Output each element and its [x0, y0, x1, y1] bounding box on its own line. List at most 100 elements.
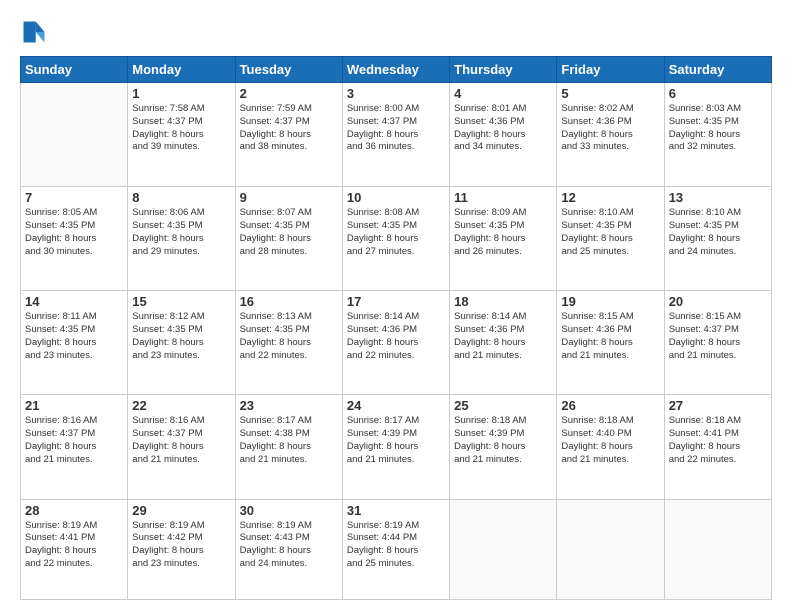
- day-number: 1: [132, 86, 230, 101]
- day-number: 4: [454, 86, 552, 101]
- day-number: 21: [25, 398, 123, 413]
- weekday-header: Thursday: [450, 57, 557, 83]
- cell-details: Sunrise: 8:10 AM Sunset: 4:35 PM Dayligh…: [669, 207, 767, 258]
- cell-details: Sunrise: 8:09 AM Sunset: 4:35 PM Dayligh…: [454, 207, 552, 258]
- day-number: 24: [347, 398, 445, 413]
- calendar-cell: 5 Sunrise: 8:02 AM Sunset: 4:36 PM Daylig…: [557, 83, 664, 187]
- calendar-cell: 13 Sunrise: 8:10 AM Sunset: 4:35 PM Dayli…: [664, 187, 771, 291]
- calendar-cell: 27 Sunrise: 8:18 AM Sunset: 4:41 PM Dayli…: [664, 395, 771, 499]
- cell-details: Sunrise: 8:17 AM Sunset: 4:38 PM Dayligh…: [240, 415, 338, 466]
- calendar-cell: 23 Sunrise: 8:17 AM Sunset: 4:38 PM Dayli…: [235, 395, 342, 499]
- calendar-cell: 11Sunrise: 8:09 AM Sunset: 4:35 PM Dayli…: [450, 187, 557, 291]
- calendar-cell: 21 Sunrise: 8:16 AM Sunset: 4:37 PM Dayli…: [21, 395, 128, 499]
- calendar-week-row: 1 Sunrise: 7:58 AM Sunset: 4:37 PM Daylig…: [21, 83, 772, 187]
- calendar-cell: 10 Sunrise: 8:08 AM Sunset: 4:35 PM Dayli…: [342, 187, 449, 291]
- cell-details: Sunrise: 8:15 AM Sunset: 4:36 PM Dayligh…: [561, 311, 659, 362]
- cell-details: Sunrise: 7:58 AM Sunset: 4:37 PM Dayligh…: [132, 103, 230, 154]
- calendar-cell: 4 Sunrise: 8:01 AM Sunset: 4:36 PM Daylig…: [450, 83, 557, 187]
- calendar-cell: 14 Sunrise: 8:11 AM Sunset: 4:35 PM Dayli…: [21, 291, 128, 395]
- day-number: 29: [132, 503, 230, 518]
- cell-details: Sunrise: 8:06 AM Sunset: 4:35 PM Dayligh…: [132, 207, 230, 258]
- calendar-cell: [21, 83, 128, 187]
- calendar-cell: 16Sunrise: 8:13 AM Sunset: 4:35 PM Dayli…: [235, 291, 342, 395]
- day-number: 30: [240, 503, 338, 518]
- cell-details: Sunrise: 8:10 AM Sunset: 4:35 PM Dayligh…: [561, 207, 659, 258]
- calendar-header-row: SundayMondayTuesdayWednesdayThursdayFrid…: [21, 57, 772, 83]
- cell-details: Sunrise: 8:15 AM Sunset: 4:37 PM Dayligh…: [669, 311, 767, 362]
- day-number: 13: [669, 190, 767, 205]
- day-number: 16: [240, 294, 338, 309]
- day-number: 17: [347, 294, 445, 309]
- calendar-cell: 3Sunrise: 8:00 AM Sunset: 4:37 PM Daylig…: [342, 83, 449, 187]
- calendar-cell: 8Sunrise: 8:06 AM Sunset: 4:35 PM Daylig…: [128, 187, 235, 291]
- weekday-header: Monday: [128, 57, 235, 83]
- day-number: 2: [240, 86, 338, 101]
- cell-details: Sunrise: 7:59 AM Sunset: 4:37 PM Dayligh…: [240, 103, 338, 154]
- cell-details: Sunrise: 8:19 AM Sunset: 4:41 PM Dayligh…: [25, 520, 123, 571]
- cell-details: Sunrise: 8:08 AM Sunset: 4:35 PM Dayligh…: [347, 207, 445, 258]
- logo: [20, 18, 52, 46]
- cell-details: Sunrise: 8:18 AM Sunset: 4:40 PM Dayligh…: [561, 415, 659, 466]
- cell-details: Sunrise: 8:11 AM Sunset: 4:35 PM Dayligh…: [25, 311, 123, 362]
- calendar-table: SundayMondayTuesdayWednesdayThursdayFrid…: [20, 56, 772, 600]
- day-number: 27: [669, 398, 767, 413]
- calendar-cell: 31 Sunrise: 8:19 AM Sunset: 4:44 PM Dayli…: [342, 499, 449, 600]
- calendar-cell: 19 Sunrise: 8:15 AM Sunset: 4:36 PM Dayli…: [557, 291, 664, 395]
- calendar-week-row: 7Sunrise: 8:05 AM Sunset: 4:35 PM Daylig…: [21, 187, 772, 291]
- day-number: 23: [240, 398, 338, 413]
- calendar-cell: [664, 499, 771, 600]
- day-number: 28: [25, 503, 123, 518]
- calendar-week-row: 21 Sunrise: 8:16 AM Sunset: 4:37 PM Dayli…: [21, 395, 772, 499]
- day-number: 25: [454, 398, 552, 413]
- calendar-cell: 28 Sunrise: 8:19 AM Sunset: 4:41 PM Dayli…: [21, 499, 128, 600]
- cell-details: Sunrise: 8:14 AM Sunset: 4:36 PM Dayligh…: [347, 311, 445, 362]
- cell-details: Sunrise: 8:18 AM Sunset: 4:39 PM Dayligh…: [454, 415, 552, 466]
- calendar-cell: 29Sunrise: 8:19 AM Sunset: 4:42 PM Dayli…: [128, 499, 235, 600]
- page: SundayMondayTuesdayWednesdayThursdayFrid…: [0, 0, 792, 612]
- calendar-cell: 24Sunrise: 8:17 AM Sunset: 4:39 PM Dayli…: [342, 395, 449, 499]
- cell-details: Sunrise: 8:02 AM Sunset: 4:36 PM Dayligh…: [561, 103, 659, 154]
- day-number: 6: [669, 86, 767, 101]
- day-number: 15: [132, 294, 230, 309]
- cell-details: Sunrise: 8:00 AM Sunset: 4:37 PM Dayligh…: [347, 103, 445, 154]
- weekday-header: Saturday: [664, 57, 771, 83]
- day-number: 18: [454, 294, 552, 309]
- logo-icon: [20, 18, 48, 46]
- cell-details: Sunrise: 8:12 AM Sunset: 4:35 PM Dayligh…: [132, 311, 230, 362]
- cell-details: Sunrise: 8:19 AM Sunset: 4:44 PM Dayligh…: [347, 520, 445, 571]
- calendar-cell: 20Sunrise: 8:15 AM Sunset: 4:37 PM Dayli…: [664, 291, 771, 395]
- calendar-cell: 9 Sunrise: 8:07 AM Sunset: 4:35 PM Daylig…: [235, 187, 342, 291]
- cell-details: Sunrise: 8:14 AM Sunset: 4:36 PM Dayligh…: [454, 311, 552, 362]
- day-number: 26: [561, 398, 659, 413]
- calendar-week-row: 14 Sunrise: 8:11 AM Sunset: 4:35 PM Dayli…: [21, 291, 772, 395]
- calendar-cell: 18 Sunrise: 8:14 AM Sunset: 4:36 PM Dayli…: [450, 291, 557, 395]
- weekday-header: Sunday: [21, 57, 128, 83]
- cell-details: Sunrise: 8:16 AM Sunset: 4:37 PM Dayligh…: [25, 415, 123, 466]
- cell-details: Sunrise: 8:05 AM Sunset: 4:35 PM Dayligh…: [25, 207, 123, 258]
- header: [20, 18, 772, 46]
- weekday-header: Wednesday: [342, 57, 449, 83]
- day-number: 12: [561, 190, 659, 205]
- cell-details: Sunrise: 8:07 AM Sunset: 4:35 PM Dayligh…: [240, 207, 338, 258]
- calendar-cell: 26 Sunrise: 8:18 AM Sunset: 4:40 PM Dayli…: [557, 395, 664, 499]
- weekday-header: Friday: [557, 57, 664, 83]
- day-number: 22: [132, 398, 230, 413]
- day-number: 5: [561, 86, 659, 101]
- weekday-header: Tuesday: [235, 57, 342, 83]
- calendar-cell: 12 Sunrise: 8:10 AM Sunset: 4:35 PM Dayli…: [557, 187, 664, 291]
- calendar-cell: 2 Sunrise: 7:59 AM Sunset: 4:37 PM Daylig…: [235, 83, 342, 187]
- cell-details: Sunrise: 8:03 AM Sunset: 4:35 PM Dayligh…: [669, 103, 767, 154]
- day-number: 31: [347, 503, 445, 518]
- calendar-cell: 30 Sunrise: 8:19 AM Sunset: 4:43 PM Dayli…: [235, 499, 342, 600]
- calendar-cell: 17 Sunrise: 8:14 AM Sunset: 4:36 PM Dayli…: [342, 291, 449, 395]
- day-number: 19: [561, 294, 659, 309]
- cell-details: Sunrise: 8:19 AM Sunset: 4:43 PM Dayligh…: [240, 520, 338, 571]
- day-number: 10: [347, 190, 445, 205]
- cell-details: Sunrise: 8:01 AM Sunset: 4:36 PM Dayligh…: [454, 103, 552, 154]
- cell-details: Sunrise: 8:16 AM Sunset: 4:37 PM Dayligh…: [132, 415, 230, 466]
- day-number: 9: [240, 190, 338, 205]
- calendar-cell: 25 Sunrise: 8:18 AM Sunset: 4:39 PM Dayli…: [450, 395, 557, 499]
- cell-details: Sunrise: 8:18 AM Sunset: 4:41 PM Dayligh…: [669, 415, 767, 466]
- day-number: 14: [25, 294, 123, 309]
- calendar-week-row: 28 Sunrise: 8:19 AM Sunset: 4:41 PM Dayli…: [21, 499, 772, 600]
